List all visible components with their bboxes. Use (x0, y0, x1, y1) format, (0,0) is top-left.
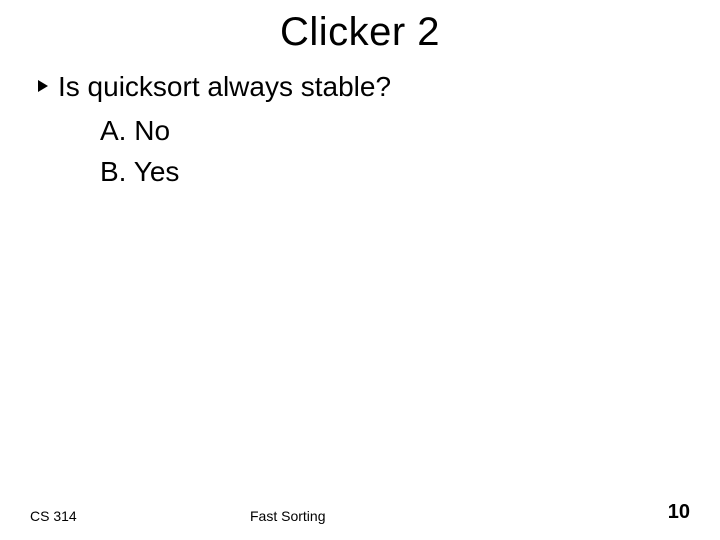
option-a: A. No (100, 111, 690, 152)
slide: Clicker 2 Is quicksort always stable? A.… (0, 0, 720, 540)
slide-title: Clicker 2 (30, 10, 690, 55)
footer-page-number: 10 (630, 501, 690, 524)
bullet-arrow-icon (36, 79, 50, 93)
options-list: A. No B. Yes (36, 111, 690, 192)
footer-course: CS 314 (30, 508, 250, 524)
option-b: B. Yes (100, 152, 690, 193)
slide-footer: CS 314 Fast Sorting 10 (0, 501, 720, 524)
bullet-item: Is quicksort always stable? (36, 69, 690, 105)
footer-topic: Fast Sorting (250, 508, 630, 524)
slide-body: Is quicksort always stable? A. No B. Yes (30, 69, 690, 193)
question-text: Is quicksort always stable? (58, 69, 391, 105)
